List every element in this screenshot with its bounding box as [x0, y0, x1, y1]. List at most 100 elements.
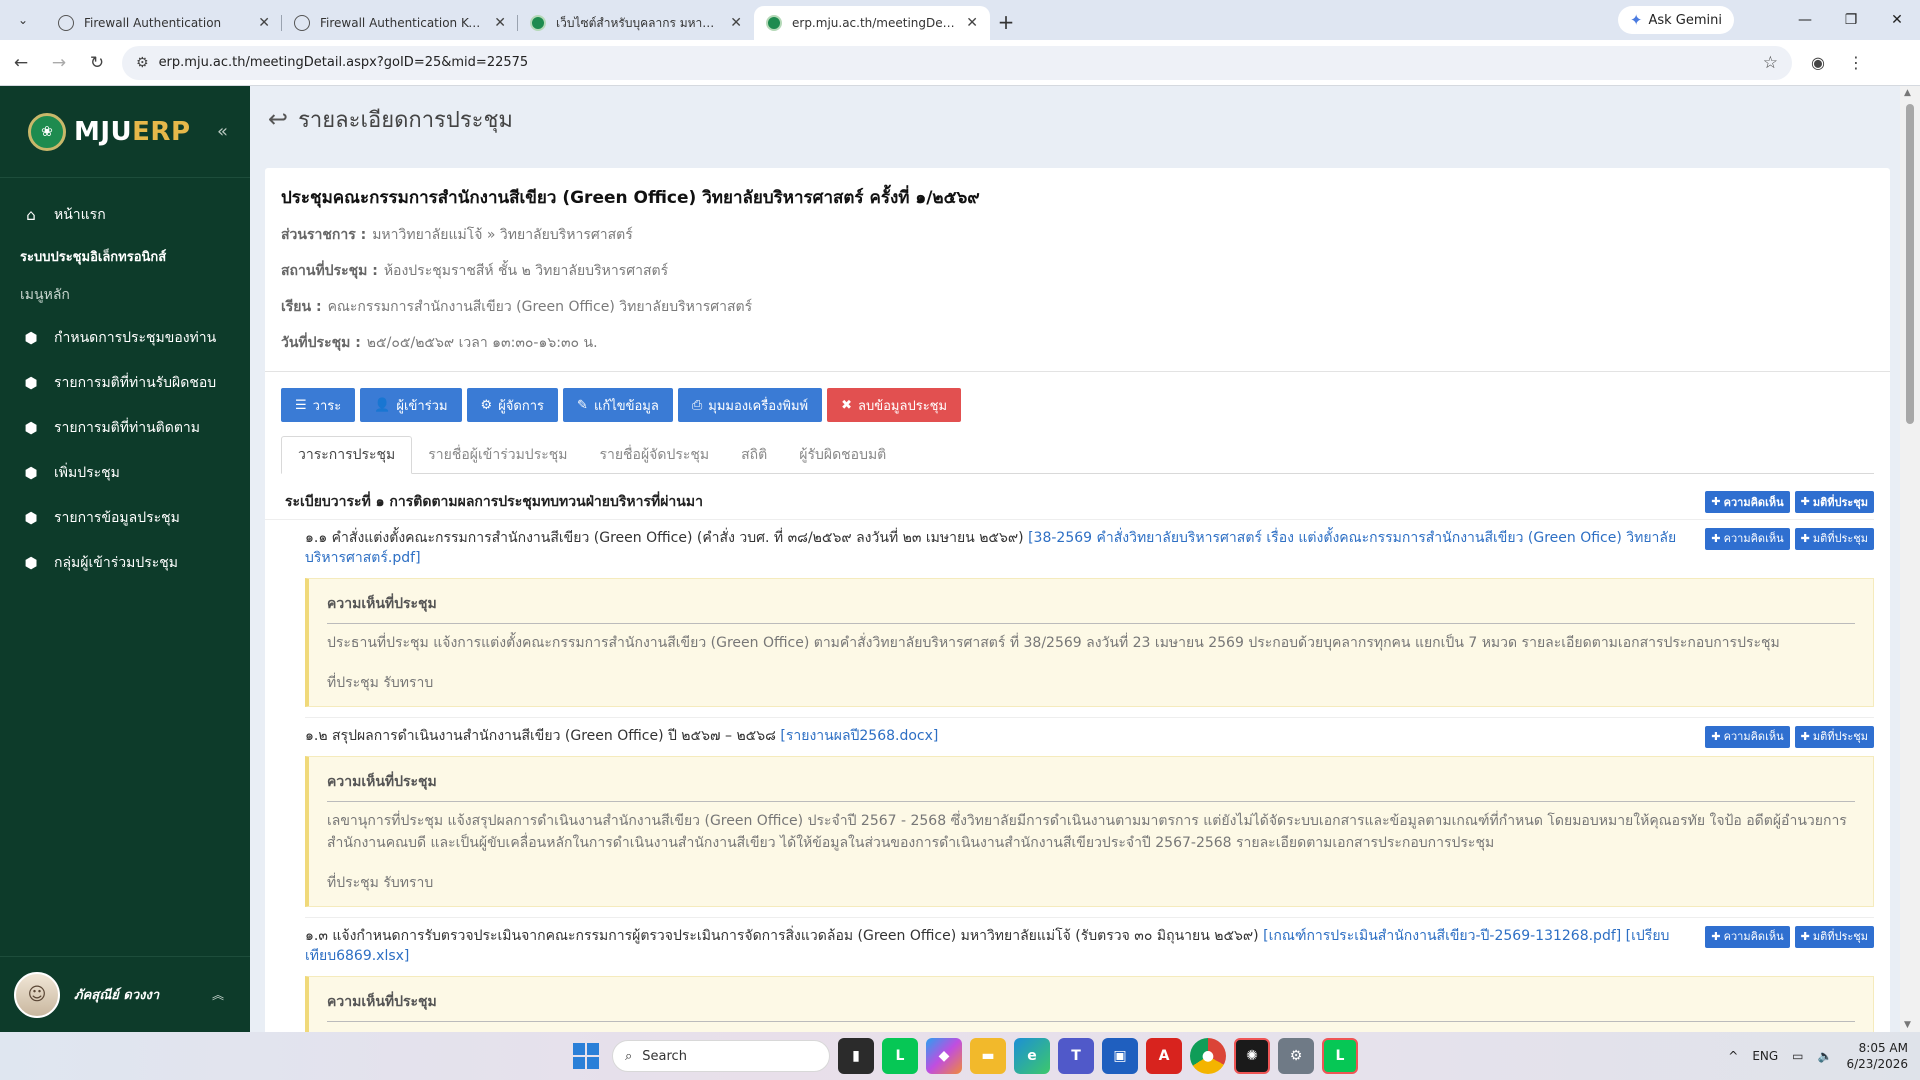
sidebar-item-meeting-list[interactable]: ⬢ รายการข้อมูลประชุม [0, 495, 250, 540]
file-explorer-icon[interactable]: ▬ [970, 1038, 1006, 1074]
add-resolution-button[interactable]: ✚ มติที่ประชุม [1794, 490, 1874, 513]
chevron-up-icon[interactable]: ^ [1728, 1049, 1738, 1063]
add-comment-button[interactable]: ✚ ความคิดเห็น [1705, 726, 1790, 748]
minimize-icon[interactable]: — [1782, 0, 1828, 40]
taskbar: ⌕ Search ▮ L ◆ ▬ e T ▣ A ● ✺ ⚙ L ^ ENG ▭… [0, 1032, 1920, 1080]
add-resolution-button[interactable]: ✚ มติที่ประชุม [1794, 926, 1874, 948]
agenda-item: ๑.๓ แจ้งกำหนดการรับตรวจประเมินจากคณะกรรม… [265, 918, 1890, 970]
address-bar[interactable]: ⚙ erp.mju.ac.th/meetingDetail.aspx?goID=… [122, 45, 1792, 80]
settings-gear-icon[interactable]: ⚙ [1278, 1038, 1314, 1074]
page-scrollbar[interactable]: ▲ ▼ [1900, 86, 1920, 1032]
tab-statistics[interactable]: สถิติ [725, 436, 783, 473]
meta-label: เรียน : [281, 299, 322, 315]
sidebar-item-attendee-groups[interactable]: ⬢ กลุ่มผู้เข้าร่วมประชุม [0, 540, 250, 585]
meta-label: ส่วนราชการ : [281, 227, 367, 243]
acrobat-icon[interactable]: A [1146, 1038, 1182, 1074]
brand-suffix: ERP [132, 116, 191, 147]
collapse-sidebar-icon[interactable]: « [217, 121, 228, 142]
teams-icon[interactable]: T [1058, 1038, 1094, 1074]
plus-icon: + [997, 10, 1015, 34]
tab-resolution-owners[interactable]: ผู้รับผิดชอบมติ [783, 436, 902, 473]
url-text[interactable]: erp.mju.ac.th/meetingDetail.aspx?goID=25… [159, 55, 1753, 70]
sidebar-item-label: รายการข้อมูลประชุม [54, 509, 180, 526]
network-icon[interactable]: ▭ [1792, 1049, 1803, 1063]
new-tab-button[interactable]: + [990, 6, 1022, 38]
globe-icon [294, 15, 310, 31]
windows-start-icon[interactable] [568, 1038, 604, 1074]
button-label: ความคิดเห็น [1723, 730, 1784, 743]
tab-attendees[interactable]: รายชื่อผู้เข้าร่วมประชุม [412, 436, 583, 473]
add-comment-button[interactable]: ✚ ความคิดเห็น [1705, 926, 1790, 948]
language-indicator[interactable]: ENG [1752, 1049, 1778, 1063]
add-comment-button[interactable]: ✚ ความคิดเห็น [1705, 528, 1790, 550]
back-icon[interactable]: ↩ [268, 105, 288, 133]
browser-tab[interactable]: เว็บไซต์สำหรับบุคลากร มหาวิทยาลัยแม่โจ้ … [518, 6, 754, 40]
back-arrow-icon[interactable]: ← [4, 46, 38, 80]
meeting-title: ประชุมคณะกรรมการสำนักงานสีเขียว (Green O… [281, 188, 980, 208]
meeting-comment-box: ความเห็นที่ประชุม เลขานุการที่ประชุม แจ้… [305, 756, 1874, 907]
add-resolution-button[interactable]: ✚ มติที่ประชุม [1794, 528, 1874, 550]
sidebar-item-my-resolutions[interactable]: ⬢ รายการมติที่ท่านรับผิดชอบ [0, 360, 250, 405]
item-actions: ✚ ความคิดเห็น ✚ มติที่ประชุม [1705, 528, 1874, 550]
meta-department: ส่วนราชการ : มหาวิทยาลัยแม่โจ้ » วิทยาลัย… [265, 217, 1890, 253]
chatgpt-icon[interactable]: ✺ [1234, 1038, 1270, 1074]
edit-button[interactable]: ✎ แก้ไขข้อมูล [563, 388, 673, 422]
line-app-icon[interactable]: L [882, 1038, 918, 1074]
agenda-actions: ✚ ความคิดเห็น ✚ มติที่ประชุม [1705, 490, 1874, 513]
copilot-icon[interactable]: ◆ [926, 1038, 962, 1074]
scroll-down-icon[interactable]: ▼ [1904, 1020, 1911, 1030]
attachment-link[interactable]: [รายงานผลปี2568.docx] [780, 728, 938, 744]
tab-agenda[interactable]: วาระการประชุม [281, 436, 413, 474]
search-placeholder: Search [642, 1048, 687, 1064]
managers-button[interactable]: ⚙ ผู้จัดการ [466, 388, 559, 422]
clock[interactable]: 8:05 AM 6/23/2026 [1846, 1040, 1908, 1072]
avatar: ☺ [14, 971, 60, 1018]
volume-icon[interactable]: 🔈 [1818, 1049, 1833, 1063]
sidebar-item-label: รายการมติที่ท่านติดตาม [54, 419, 201, 436]
line-app-active-icon[interactable]: L [1322, 1038, 1358, 1074]
close-icon[interactable]: ✕ [966, 15, 978, 31]
add-comment-button[interactable]: ✚ ความคิดเห็น [1705, 490, 1790, 513]
sidebar-item-add-meeting[interactable]: ⬢ เพิ่มประชุม [0, 450, 250, 495]
close-window-icon[interactable]: ✕ [1874, 0, 1920, 40]
tab-title: Firewall Authentication Keepalive [320, 16, 484, 30]
button-label: วาระ [312, 398, 342, 414]
meta-label: วันที่ประชุม : [281, 335, 361, 351]
store-icon[interactable]: ▣ [1102, 1038, 1138, 1074]
sidebar-item-followed-resolutions[interactable]: ⬢ รายการมติที่ท่านติดตาม [0, 405, 250, 450]
chrome-icon[interactable]: ● [1190, 1038, 1226, 1074]
profile-icon[interactable]: ◉ [1802, 47, 1834, 79]
print-view-button[interactable]: ⎙ มุมมองเครื่องพิมพ์ [677, 388, 823, 422]
user-panel[interactable]: ☺ ภัคสุณีย์ ดวงงา ︽ [0, 956, 250, 1032]
scroll-up-icon[interactable]: ▲ [1904, 88, 1911, 98]
close-icon[interactable]: ✕ [258, 15, 270, 31]
reload-icon[interactable]: ↻ [80, 46, 114, 80]
bookmark-star-icon[interactable]: ☆ [1763, 53, 1778, 73]
browser-tab[interactable]: Firewall Authentication ✕ [46, 6, 282, 40]
close-icon[interactable]: ✕ [730, 15, 742, 31]
browser-tab-active[interactable]: erp.mju.ac.th/meetingDetail.aspx ✕ [754, 6, 990, 40]
tab-organizers[interactable]: รายชื่อผู้จัดประชุม [583, 436, 725, 473]
add-resolution-button[interactable]: ✚ มติที่ประชุม [1794, 726, 1874, 748]
attendees-button[interactable]: 👤 ผู้เข้าร่วม [360, 388, 462, 422]
browser-tab[interactable]: Firewall Authentication Keepalive ✕ [282, 6, 518, 40]
delete-meeting-button[interactable]: ✖ ลบข้อมูลประชุม [827, 388, 962, 422]
action-buttons: ☰ วาระ 👤 ผู้เข้าร่วม ⚙ ผู้จัดการ ✎ แก้ไขข้อม… [265, 372, 1890, 422]
agenda-button[interactable]: ☰ วาระ [281, 388, 356, 422]
site-info-icon[interactable]: ⚙ [136, 55, 149, 71]
tab-search-button[interactable]: ⌄ [6, 4, 40, 36]
ask-gemini-button[interactable]: ✦ Ask Gemini [1617, 6, 1734, 34]
forward-arrow-icon[interactable]: → [42, 46, 76, 80]
scrollbar-thumb[interactable] [1906, 104, 1914, 424]
restore-icon[interactable]: ❐ [1828, 0, 1874, 40]
close-icon[interactable]: ✕ [494, 15, 506, 31]
chevron-up-icon[interactable]: ︽ [212, 986, 224, 1003]
sidebar-item-my-meetings[interactable]: ⬢ กำหนดการประชุมของท่าน [0, 315, 250, 360]
edge-browser-icon[interactable]: e [1014, 1038, 1050, 1074]
cube-icon: ⬢ [24, 553, 38, 572]
task-view-icon[interactable]: ▮ [838, 1038, 874, 1074]
more-menu-icon[interactable]: ⋮ [1840, 47, 1872, 79]
sidebar-item-label: เพิ่มประชุม [54, 464, 120, 481]
taskbar-search[interactable]: ⌕ Search [612, 1040, 830, 1072]
sidebar-item-home[interactable]: ⌂ หน้าแรก [0, 192, 250, 237]
